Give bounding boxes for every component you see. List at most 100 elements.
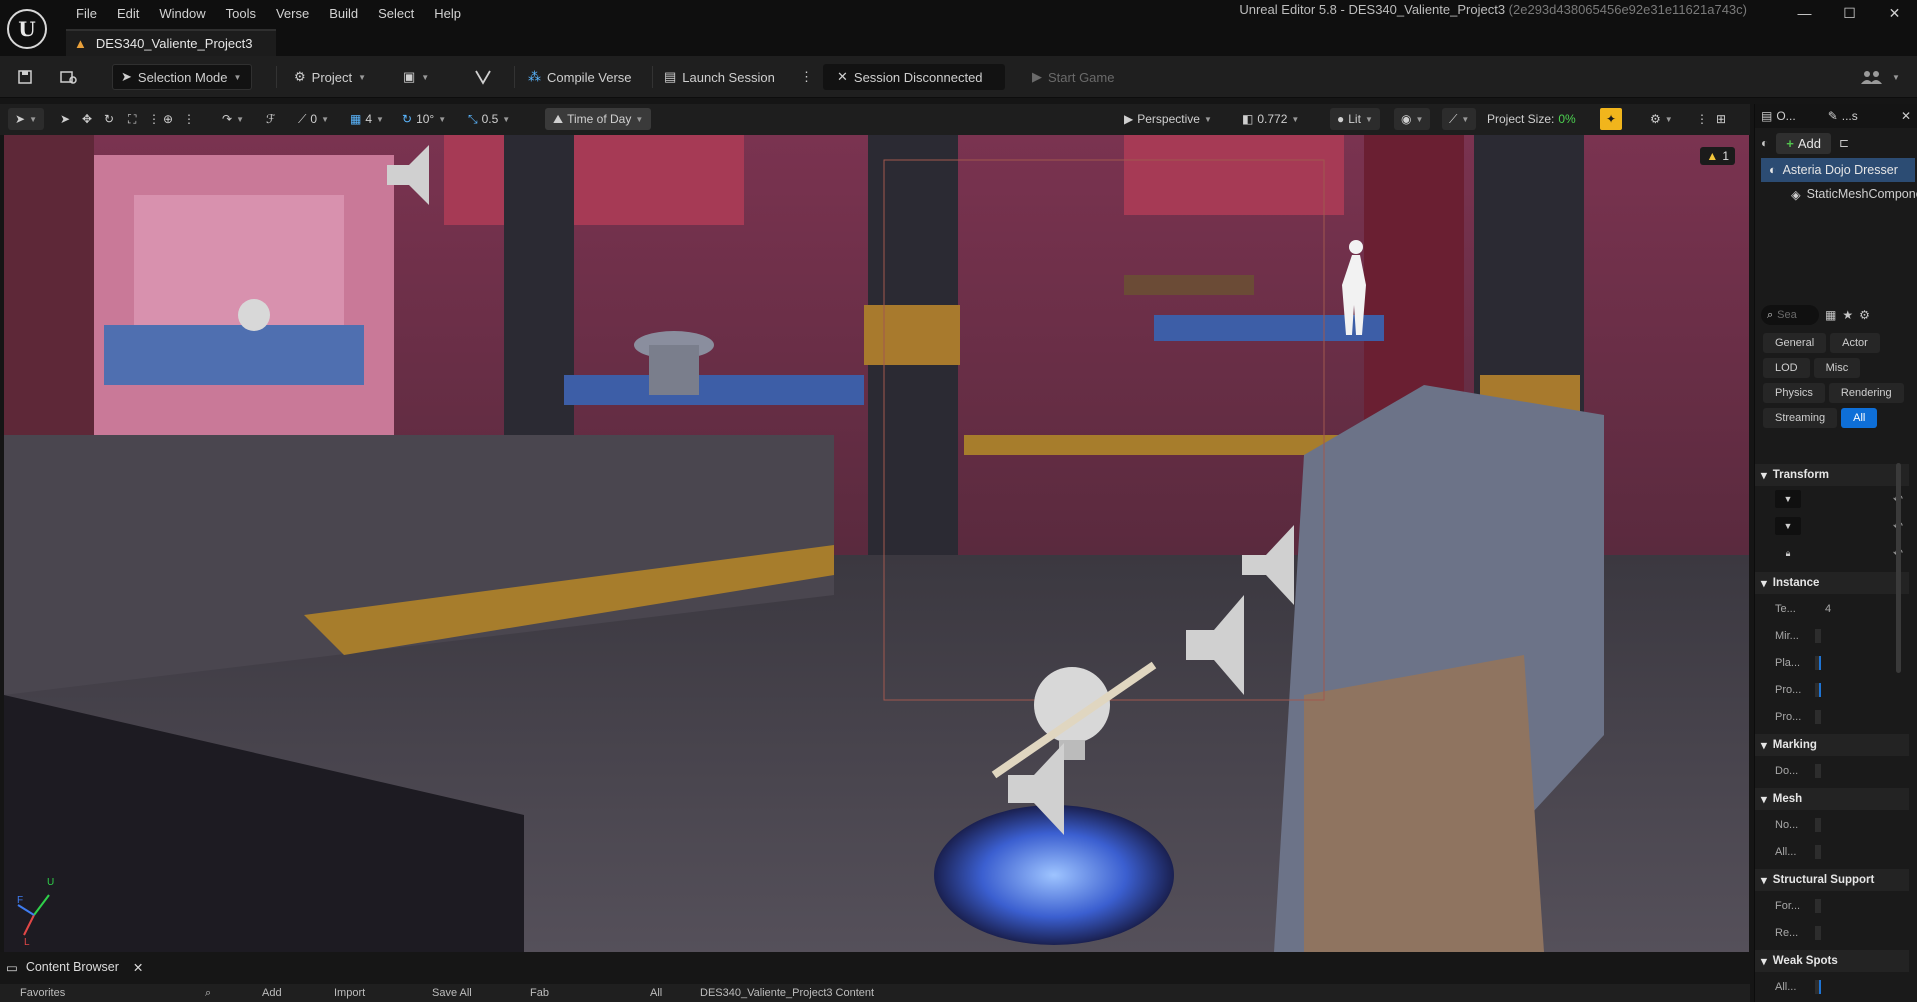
section-transform[interactable]: ▾ Transform: [1755, 464, 1909, 486]
selected-actor-row[interactable]: ◐ Asteria Dojo Dresser: [1761, 158, 1915, 182]
surface-snap-dropdown[interactable]: ↷ ▼: [222, 108, 244, 130]
performance-icon[interactable]: ✦: [1600, 108, 1622, 130]
filter-physics[interactable]: Physics: [1763, 383, 1825, 403]
filter-general[interactable]: General: [1763, 333, 1827, 353]
prop-re[interactable]: Re...: [1755, 922, 1909, 944]
scale-icon[interactable]: ⛶: [128, 108, 136, 130]
prop-value[interactable]: [1815, 845, 1821, 859]
details-scrollbar[interactable]: [1896, 463, 1901, 673]
cb-save-all-button[interactable]: Save All: [432, 987, 472, 999]
world-space-icon[interactable]: ⊕: [163, 108, 173, 130]
more-icon[interactable]: ⋮: [148, 108, 160, 130]
section-instance[interactable]: ▾ Instance: [1755, 572, 1909, 594]
time-of-day-dropdown[interactable]: ⛰ Time of Day ▼: [545, 108, 652, 130]
menu-edit[interactable]: Edit: [107, 5, 149, 23]
level-tab[interactable]: ▲ DES340_Valiente_Project3: [66, 29, 276, 56]
prop-value[interactable]: [1815, 629, 1821, 643]
path-root[interactable]: All: [650, 987, 662, 999]
location-dropdown[interactable]: ▼: [1775, 490, 1801, 508]
filter-lod[interactable]: LOD: [1763, 358, 1810, 378]
add-content-dropdown[interactable]: ▣ ▼: [403, 64, 429, 90]
content-browser-icon[interactable]: [56, 64, 82, 90]
selection-mode-dropdown[interactable]: ➤ Selection Mode ▼: [112, 64, 253, 90]
menu-tools[interactable]: Tools: [216, 5, 266, 23]
prop-value[interactable]: [1815, 980, 1821, 994]
transform-tools-dropdown[interactable]: ➤ ▼: [8, 108, 44, 130]
prop-te[interactable]: Te... 4: [1755, 598, 1909, 620]
verse-icon[interactable]: [470, 64, 496, 90]
table-view-icon[interactable]: ▦: [1825, 308, 1836, 322]
perspective-dropdown[interactable]: ▶ Perspective ▼: [1124, 108, 1212, 130]
filter-rendering[interactable]: Rendering: [1828, 383, 1904, 403]
more-icon[interactable]: ⋮: [183, 108, 195, 130]
prop-mir[interactable]: Mir...: [1755, 625, 1909, 647]
prop-pro2[interactable]: Pro...: [1755, 706, 1909, 728]
warning-badge[interactable]: ▲ 1: [1700, 147, 1735, 165]
tab-outliner[interactable]: ▤ O...: [1755, 104, 1802, 128]
menu-build[interactable]: Build: [319, 5, 368, 23]
details-search-input[interactable]: ⌕ Sea: [1761, 305, 1819, 325]
show-flags-dropdown[interactable]: ◉ ▼: [1394, 108, 1431, 130]
rotation-dropdown[interactable]: ▼: [1775, 517, 1801, 535]
section-mesh[interactable]: ▾ Mesh: [1755, 788, 1909, 810]
add-component-button[interactable]: + Add: [1776, 132, 1831, 154]
blueprint-icon[interactable]: ⊏: [1839, 136, 1849, 150]
launch-session-button[interactable]: ▤ Launch Session: [664, 64, 775, 90]
prop-all2[interactable]: All...: [1755, 976, 1909, 998]
lighting-mode-dropdown[interactable]: ● Lit ▼: [1330, 108, 1380, 130]
compile-verse-button[interactable]: ⁂ Compile Verse: [528, 64, 632, 90]
save-icon[interactable]: [12, 64, 38, 90]
close-panel-button[interactable]: ✕: [1895, 104, 1917, 128]
path-breadcrumb[interactable]: DES340_Valiente_Project3 Content: [700, 987, 874, 999]
angle-snap-dropdown[interactable]: ↻ 10° ▼: [402, 108, 446, 130]
prop-value[interactable]: [1815, 683, 1821, 697]
menu-file[interactable]: File: [66, 5, 107, 23]
menu-window[interactable]: Window: [149, 5, 215, 23]
rotate-snap-dropdown[interactable]: ⟋ 0 ▼: [298, 108, 329, 130]
viewport-settings-dropdown[interactable]: ⚙ ▼: [1650, 108, 1673, 130]
prop-pla[interactable]: Pla...: [1755, 652, 1909, 674]
prop-value[interactable]: [1815, 818, 1821, 832]
filter-misc[interactable]: Misc: [1813, 358, 1861, 378]
cb-import-button[interactable]: Import: [334, 987, 365, 999]
cb-add-button[interactable]: Add: [262, 987, 282, 999]
filter-all[interactable]: All: [1841, 408, 1878, 428]
favorites-star-icon[interactable]: ★: [1842, 308, 1853, 322]
minimize-button[interactable]: —: [1782, 0, 1827, 26]
scale-snap-dropdown[interactable]: ⤡ 0.5 ▼: [468, 108, 510, 130]
level-viewport[interactable]: U F L ▲ 1: [4, 135, 1749, 952]
more-icon[interactable]: ⋮: [1696, 108, 1708, 130]
project-dropdown[interactable]: ⚙ Project ▼: [294, 64, 366, 90]
content-browser-tab[interactable]: ▭ Content Browser ✕: [6, 955, 143, 979]
section-structural-support[interactable]: ▾ Structural Support: [1755, 869, 1909, 891]
prop-all1[interactable]: All...: [1755, 841, 1909, 863]
prop-value[interactable]: [1815, 926, 1821, 940]
grid-snap-dropdown[interactable]: ▦ 4 ▼: [350, 108, 384, 130]
filter-streaming[interactable]: Streaming: [1763, 408, 1838, 428]
section-weak-spots[interactable]: ▾ Weak Spots: [1755, 950, 1909, 972]
start-game-button[interactable]: ▶ Start Game: [1032, 64, 1114, 90]
prop-no[interactable]: No...: [1755, 814, 1909, 836]
prop-value[interactable]: [1815, 899, 1821, 913]
close-tab-icon[interactable]: ✕: [133, 960, 143, 975]
translate-icon[interactable]: ✥: [82, 108, 92, 130]
menu-select[interactable]: Select: [368, 5, 424, 23]
filter-actor[interactable]: Actor: [1830, 333, 1880, 353]
light-bulb-gizmo-small[interactable]: [238, 299, 270, 331]
prop-value[interactable]: [1815, 764, 1821, 778]
menu-help[interactable]: Help: [424, 5, 471, 23]
favorites-label[interactable]: Favorites: [20, 987, 65, 999]
rotate-icon[interactable]: ↻: [104, 108, 114, 130]
select-mode-icon[interactable]: ➤: [60, 108, 70, 130]
realtime-dropdown[interactable]: ⟋ ▼: [1442, 108, 1477, 130]
maximize-button[interactable]: ☐: [1827, 0, 1872, 26]
unreal-logo-icon[interactable]: U: [7, 9, 47, 49]
close-window-button[interactable]: ✕: [1872, 0, 1917, 26]
prop-value[interactable]: [1815, 710, 1821, 724]
more-options-icon[interactable]: ⋮: [800, 64, 813, 90]
search-icon[interactable]: ⌕: [205, 987, 211, 1000]
component-row[interactable]: ◈ StaticMeshComponent: [1755, 182, 1917, 206]
viewport-layout-icon[interactable]: ⊞: [1716, 108, 1726, 130]
scale-lock-icon[interactable]: 🔒︎: [1775, 544, 1801, 562]
section-marking[interactable]: ▾ Marking: [1755, 734, 1909, 756]
